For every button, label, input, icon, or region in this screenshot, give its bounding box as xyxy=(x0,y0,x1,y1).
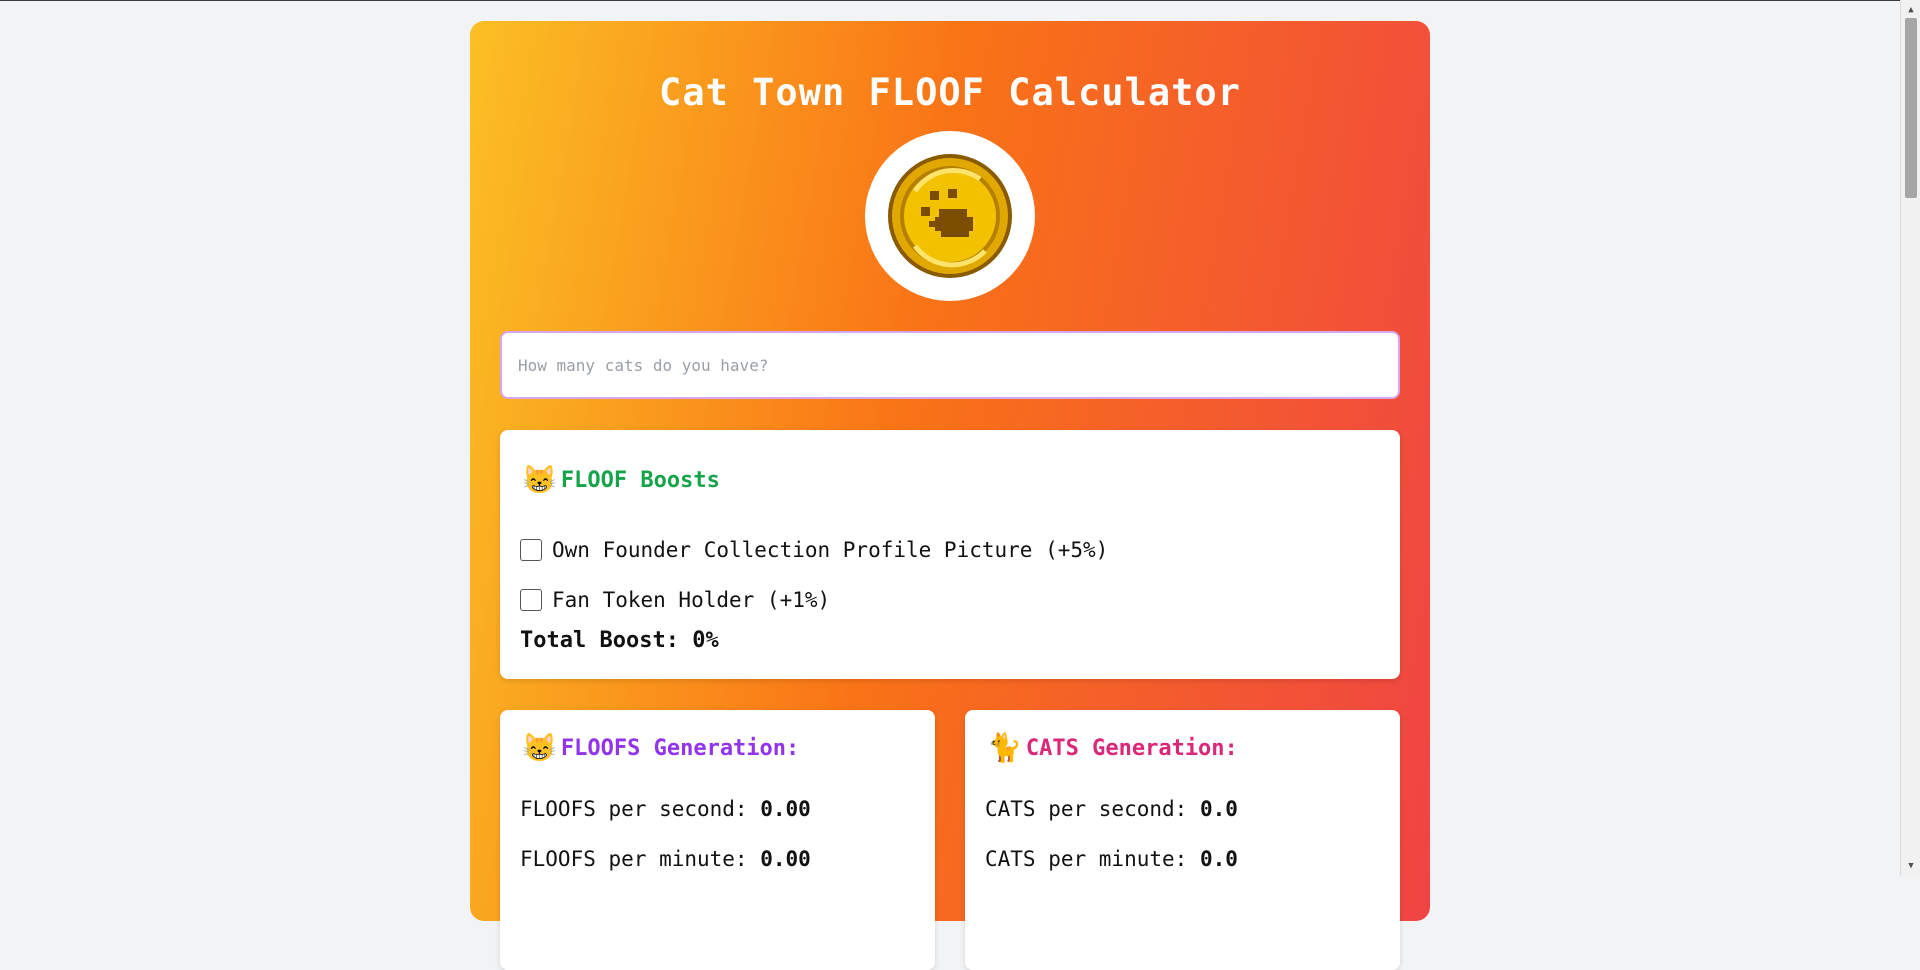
floof-coin-paw-icon xyxy=(888,154,1012,278)
boost-option-founder[interactable]: Own Founder Collection Profile Picture (… xyxy=(520,538,1108,562)
floofs-heading-label: FLOOFS Generation: xyxy=(560,735,800,761)
page-title: Cat Town FLOOF Calculator xyxy=(659,71,1241,114)
cat-count-input[interactable] xyxy=(500,331,1400,399)
total-boost-label: Total Boost: xyxy=(520,628,679,653)
floofs-per-minute-label: FLOOFS per minute: xyxy=(520,847,748,871)
cats-per-second-label: CATS per second: xyxy=(985,797,1188,821)
floof-coin-logo xyxy=(865,131,1035,301)
scrollbar-thumb[interactable] xyxy=(1905,18,1917,198)
floofs-heading: 😸 FLOOFS Generation: xyxy=(522,734,799,762)
floofs-per-second-value: 0.00 xyxy=(760,797,811,821)
scroll-down-arrow-icon[interactable]: ▼ xyxy=(1901,858,1920,874)
floofs-per-minute: FLOOFS per minute: 0.00 xyxy=(520,847,811,871)
window-top-border xyxy=(0,0,1900,1)
floof-boosts-panel: 😸 FLOOF Boosts Own Founder Collection Pr… xyxy=(500,430,1400,679)
total-boost-value: 0% xyxy=(692,628,719,653)
boosts-heading: 😸 FLOOF Boosts xyxy=(522,466,720,494)
scroll-up-arrow-icon[interactable]: ▲ xyxy=(1901,2,1920,18)
fan-token-label[interactable]: Fan Token Holder (+1%) xyxy=(552,588,830,612)
boosts-heading-label: FLOOF Boosts xyxy=(560,467,720,493)
vertical-scrollbar[interactable]: ▲ ▼ xyxy=(1900,0,1920,876)
cats-per-minute-value: 0.0 xyxy=(1199,847,1238,871)
founder-checkbox[interactable] xyxy=(520,539,542,561)
boost-option-fan-token[interactable]: Fan Token Holder (+1%) xyxy=(520,588,830,612)
floofs-generation-panel: 😸 FLOOFS Generation: FLOOFS per second: … xyxy=(500,710,935,970)
total-boost: Total Boost: 0% xyxy=(520,628,719,653)
calculator-card: Cat Town FLOOF Calculator 😸 FLOOF Boosts… xyxy=(470,21,1430,970)
fan-token-checkbox[interactable] xyxy=(520,589,542,611)
cats-heading-label: CATS Generation: xyxy=(1025,735,1238,761)
floofs-per-minute-value: 0.00 xyxy=(760,847,811,871)
cat-icon: 🐈 xyxy=(987,731,1022,764)
floofs-per-second: FLOOFS per second: 0.00 xyxy=(520,797,811,821)
cats-per-second-value: 0.0 xyxy=(1199,797,1238,821)
founder-label[interactable]: Own Founder Collection Profile Picture (… xyxy=(552,538,1108,562)
cats-per-minute: CATS per minute: 0.0 xyxy=(985,847,1238,871)
cats-per-minute-label: CATS per minute: xyxy=(985,847,1188,871)
cats-generation-panel: 🐈 CATS Generation: CATS per second: 0.0 … xyxy=(965,710,1400,970)
floofs-per-second-label: FLOOFS per second: xyxy=(520,797,748,821)
cats-per-second: CATS per second: 0.0 xyxy=(985,797,1238,821)
grinning-cat-icon: 😸 xyxy=(522,463,557,496)
grinning-cat-icon: 😸 xyxy=(522,731,557,764)
cats-heading: 🐈 CATS Generation: xyxy=(987,734,1238,762)
